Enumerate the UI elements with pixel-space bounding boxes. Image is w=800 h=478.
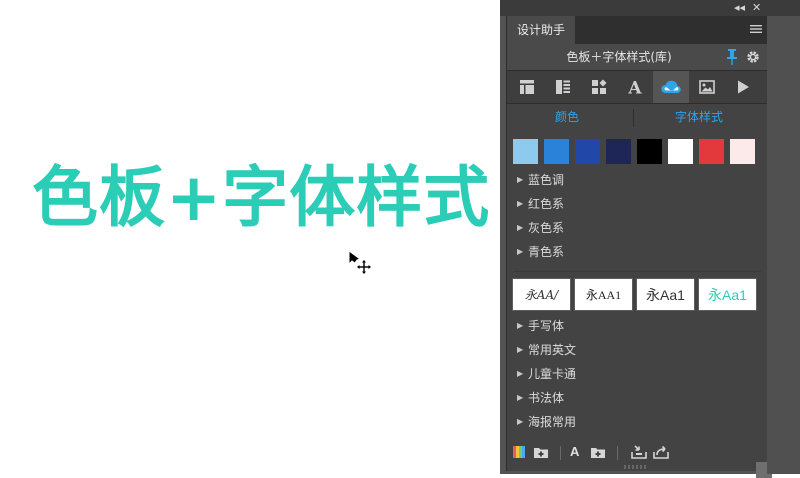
color-group-gray[interactable]: ▶ 灰色系 <box>517 216 757 240</box>
color-group-cyan[interactable]: ▶ 青色系 <box>517 240 757 264</box>
list-item-label: 蓝色调 <box>528 173 565 187</box>
creative-cloud-icon <box>661 80 681 93</box>
list-item-label: 海报常用 <box>528 415 577 429</box>
collapse-panel-button[interactable]: ◂◂ <box>734 1 745 15</box>
list-item-label: 红色系 <box>528 197 565 211</box>
layout-icon <box>520 80 534 94</box>
color-swatch[interactable] <box>575 139 600 164</box>
add-text-style-icon[interactable]: A <box>570 444 579 459</box>
subtab-divider <box>633 109 634 127</box>
font-sample-card[interactable]: 永AA1 <box>574 278 633 311</box>
expand-arrow-icon: ▶ <box>517 223 524 232</box>
canvas-headline: 色板+字体样式 <box>32 159 491 236</box>
toolbar-separator <box>617 446 618 460</box>
font-group-list: ▶ 手写体 ▶ 常用英文 ▶ 儿童卡通 ▶ 书法体 ▶ 海报常用 <box>517 314 757 434</box>
color-swatches <box>513 139 763 165</box>
image-icon <box>699 80 715 94</box>
library-header: 色板＋字体样式(库) <box>507 44 767 70</box>
expand-arrow-icon: ▶ <box>517 417 524 426</box>
document-canvas[interactable]: 色板+字体样式 <box>0 0 500 474</box>
list-item-label: 灰色系 <box>528 221 565 235</box>
expand-arrow-icon: ▶ <box>517 175 524 184</box>
add-font-group-icon[interactable] <box>590 445 606 459</box>
color-swatch[interactable] <box>606 139 631 164</box>
font-sample-card[interactable]: 永Aa1 <box>636 278 695 311</box>
panel-tabbar: 设计助手 <box>507 16 767 44</box>
tool-icon-bar: A <box>507 70 767 104</box>
font-style-samples: 永AA/ 永AA1 永Aa1 永Aa1 <box>512 278 762 311</box>
gear-icon[interactable] <box>745 49 761 65</box>
tab-creative-cloud[interactable] <box>653 71 689 103</box>
resize-grip[interactable] <box>624 465 648 469</box>
close-panel-button[interactable]: ✕ <box>752 1 761 15</box>
font-group-handwriting[interactable]: ▶ 手写体 <box>517 314 757 338</box>
move-cursor-icon <box>348 250 371 274</box>
library-title: 色板＋字体样式(库) <box>566 50 672 64</box>
tab-list-layout[interactable] <box>545 71 581 103</box>
expand-arrow-icon: ▶ <box>517 345 524 354</box>
font-sample-card[interactable]: 永AA/ <box>512 278 571 311</box>
font-group-english[interactable]: ▶ 常用英文 <box>517 338 757 362</box>
color-swatch[interactable] <box>699 139 724 164</box>
panel-body: 设计助手 色板＋字体样式(库) A 颜色 字体样式 ▶ 蓝色调 ▶ 红色系 ▶ … <box>506 16 772 478</box>
tab-image[interactable] <box>689 71 725 103</box>
color-group-list: ▶ 蓝色调 ▶ 红色系 ▶ 灰色系 ▶ 青色系 <box>517 168 757 264</box>
font-group-poster[interactable]: ▶ 海报常用 <box>517 410 757 434</box>
list-item-label: 书法体 <box>528 391 565 405</box>
expand-arrow-icon: ▶ <box>517 199 524 208</box>
components-icon <box>592 79 607 94</box>
tab-components[interactable] <box>581 71 617 103</box>
color-swatch[interactable] <box>668 139 693 164</box>
list-item-label: 青色系 <box>528 245 565 259</box>
color-group-red[interactable]: ▶ 红色系 <box>517 192 757 216</box>
font-sample-text: 永AA1 <box>585 288 622 302</box>
panel-menu-icon[interactable] <box>749 22 763 36</box>
color-swatch[interactable] <box>544 139 569 164</box>
expand-arrow-icon: ▶ <box>517 369 524 378</box>
import-icon[interactable] <box>631 445 647 459</box>
color-swatch[interactable] <box>513 139 538 164</box>
color-swatch[interactable] <box>730 139 755 164</box>
font-sample-text: 永AA/ <box>524 288 559 302</box>
tab-design-assistant[interactable]: 设计助手 <box>507 16 576 44</box>
panel-dock-strip <box>767 16 800 474</box>
play-icon <box>738 80 749 94</box>
list-item-label: 常用英文 <box>528 343 577 357</box>
tab-text[interactable]: A <box>617 71 653 103</box>
list-item-label: 儿童卡通 <box>528 367 577 381</box>
library-subtabs: 颜色 字体样式 <box>507 102 767 132</box>
font-sample-text: 永Aa1 <box>646 286 685 303</box>
expand-arrow-icon: ▶ <box>517 247 524 256</box>
add-color-group-icon[interactable] <box>533 445 549 459</box>
panel-footer-toolbar: A <box>507 440 767 468</box>
list-item-label: 手写体 <box>528 319 565 333</box>
expand-arrow-icon: ▶ <box>517 393 524 402</box>
font-sample-text: 永Aa1 <box>708 286 747 303</box>
color-swatch[interactable] <box>637 139 662 164</box>
list-layout-icon <box>556 80 570 94</box>
svg-text:A: A <box>627 79 642 97</box>
subtab-colors[interactable]: 颜色 <box>507 102 627 132</box>
tab-play[interactable] <box>725 71 761 103</box>
export-icon[interactable] <box>653 445 669 459</box>
panel-titlebar: ◂◂ ✕ <box>500 0 800 16</box>
tab-layout[interactable] <box>509 71 545 103</box>
color-palette-icon[interactable] <box>513 445 525 459</box>
font-sample-card[interactable]: 永Aa1 <box>698 278 757 311</box>
font-group-calligraphy[interactable]: ▶ 书法体 <box>517 386 757 410</box>
toolbar-separator <box>560 446 561 460</box>
section-divider <box>513 271 761 272</box>
pin-icon[interactable] <box>725 48 739 66</box>
text-icon: A <box>627 79 642 97</box>
color-group-blue[interactable]: ▶ 蓝色调 <box>517 168 757 192</box>
subtab-font-styles[interactable]: 字体样式 <box>639 102 759 132</box>
font-group-cartoon[interactable]: ▶ 儿童卡通 <box>517 362 757 386</box>
expand-arrow-icon: ▶ <box>517 321 524 330</box>
design-assistant-panel: ◂◂ ✕ 设计助手 色板＋字体样式(库) A 颜色 字体样式 ▶ 蓝色调 ▶ 红… <box>500 0 800 478</box>
